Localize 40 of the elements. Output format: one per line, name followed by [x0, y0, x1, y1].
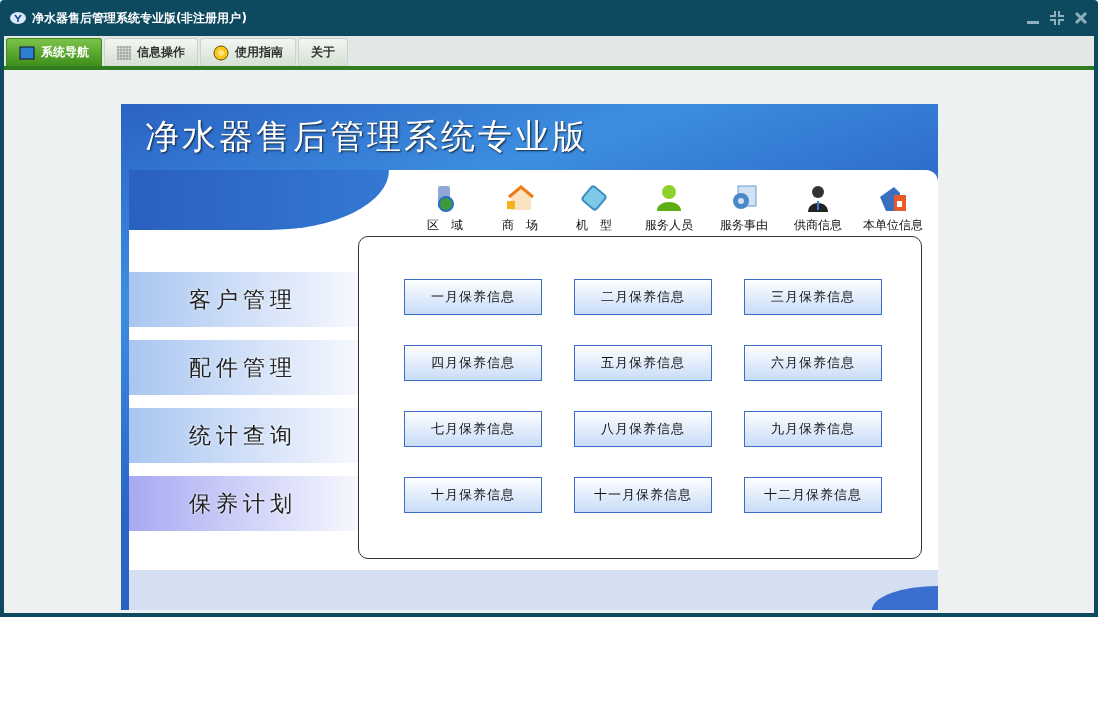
shortcut-button[interactable]: 本单位信息: [856, 170, 930, 236]
banner-title: 净水器售后管理系统专业版: [144, 115, 589, 158]
month-button[interactable]: 十月保养信息: [403, 477, 542, 513]
nav-tab[interactable]: 关于: [298, 38, 348, 66]
month-button[interactable]: 十一月保养信息: [573, 477, 712, 513]
month-button[interactable]: 九月保养信息: [743, 411, 882, 447]
nav-tab[interactable]: 使用指南: [200, 38, 296, 66]
close-button[interactable]: [1072, 9, 1090, 27]
nav-tab[interactable]: 信息操作: [104, 38, 198, 66]
app-logo-icon: [10, 11, 26, 25]
sidebar-item[interactable]: 统计查询: [128, 408, 358, 463]
month-button[interactable]: 三月保养信息: [743, 279, 882, 315]
shortcut-button[interactable]: 服务人员: [632, 170, 706, 236]
house-icon: [504, 183, 535, 213]
shortcut-button[interactable]: 区 域: [408, 170, 482, 236]
help-icon: [213, 44, 229, 61]
close-icon: [1075, 12, 1087, 24]
shortcut-button[interactable]: 服务事由: [707, 170, 781, 236]
month-button[interactable]: 四月保养信息: [403, 345, 542, 381]
month-button[interactable]: 六月保养信息: [743, 345, 882, 381]
restore-button[interactable]: [1048, 9, 1066, 27]
sidebar-item[interactable]: 配件管理: [128, 340, 358, 395]
monitor-icon: [19, 45, 35, 60]
shortcut-button[interactable]: 机 型: [557, 170, 631, 236]
month-button[interactable]: 一月保养信息: [403, 279, 542, 315]
minimize-icon: [1027, 20, 1039, 24]
restore-icon: [1050, 11, 1064, 25]
grid-icon: [117, 45, 131, 60]
month-button[interactable]: 二月保养信息: [573, 279, 712, 315]
shortcut-button[interactable]: 供商信息: [782, 170, 855, 236]
sidebar-item[interactable]: 保养计划: [128, 476, 358, 531]
month-button[interactable]: 五月保养信息: [573, 345, 712, 381]
month-button[interactable]: 十二月保养信息: [743, 477, 882, 513]
corner-decoration: [871, 586, 938, 610]
month-button[interactable]: 八月保养信息: [573, 411, 712, 447]
person-icon: [654, 183, 684, 213]
shortcut-button[interactable]: 商 场: [483, 170, 556, 236]
sidebar-item[interactable]: 客户管理: [128, 272, 358, 327]
window-title: 净水器售后管理系统专业版(非注册用户): [32, 9, 248, 27]
month-button[interactable]: 七月保养信息: [403, 411, 542, 447]
